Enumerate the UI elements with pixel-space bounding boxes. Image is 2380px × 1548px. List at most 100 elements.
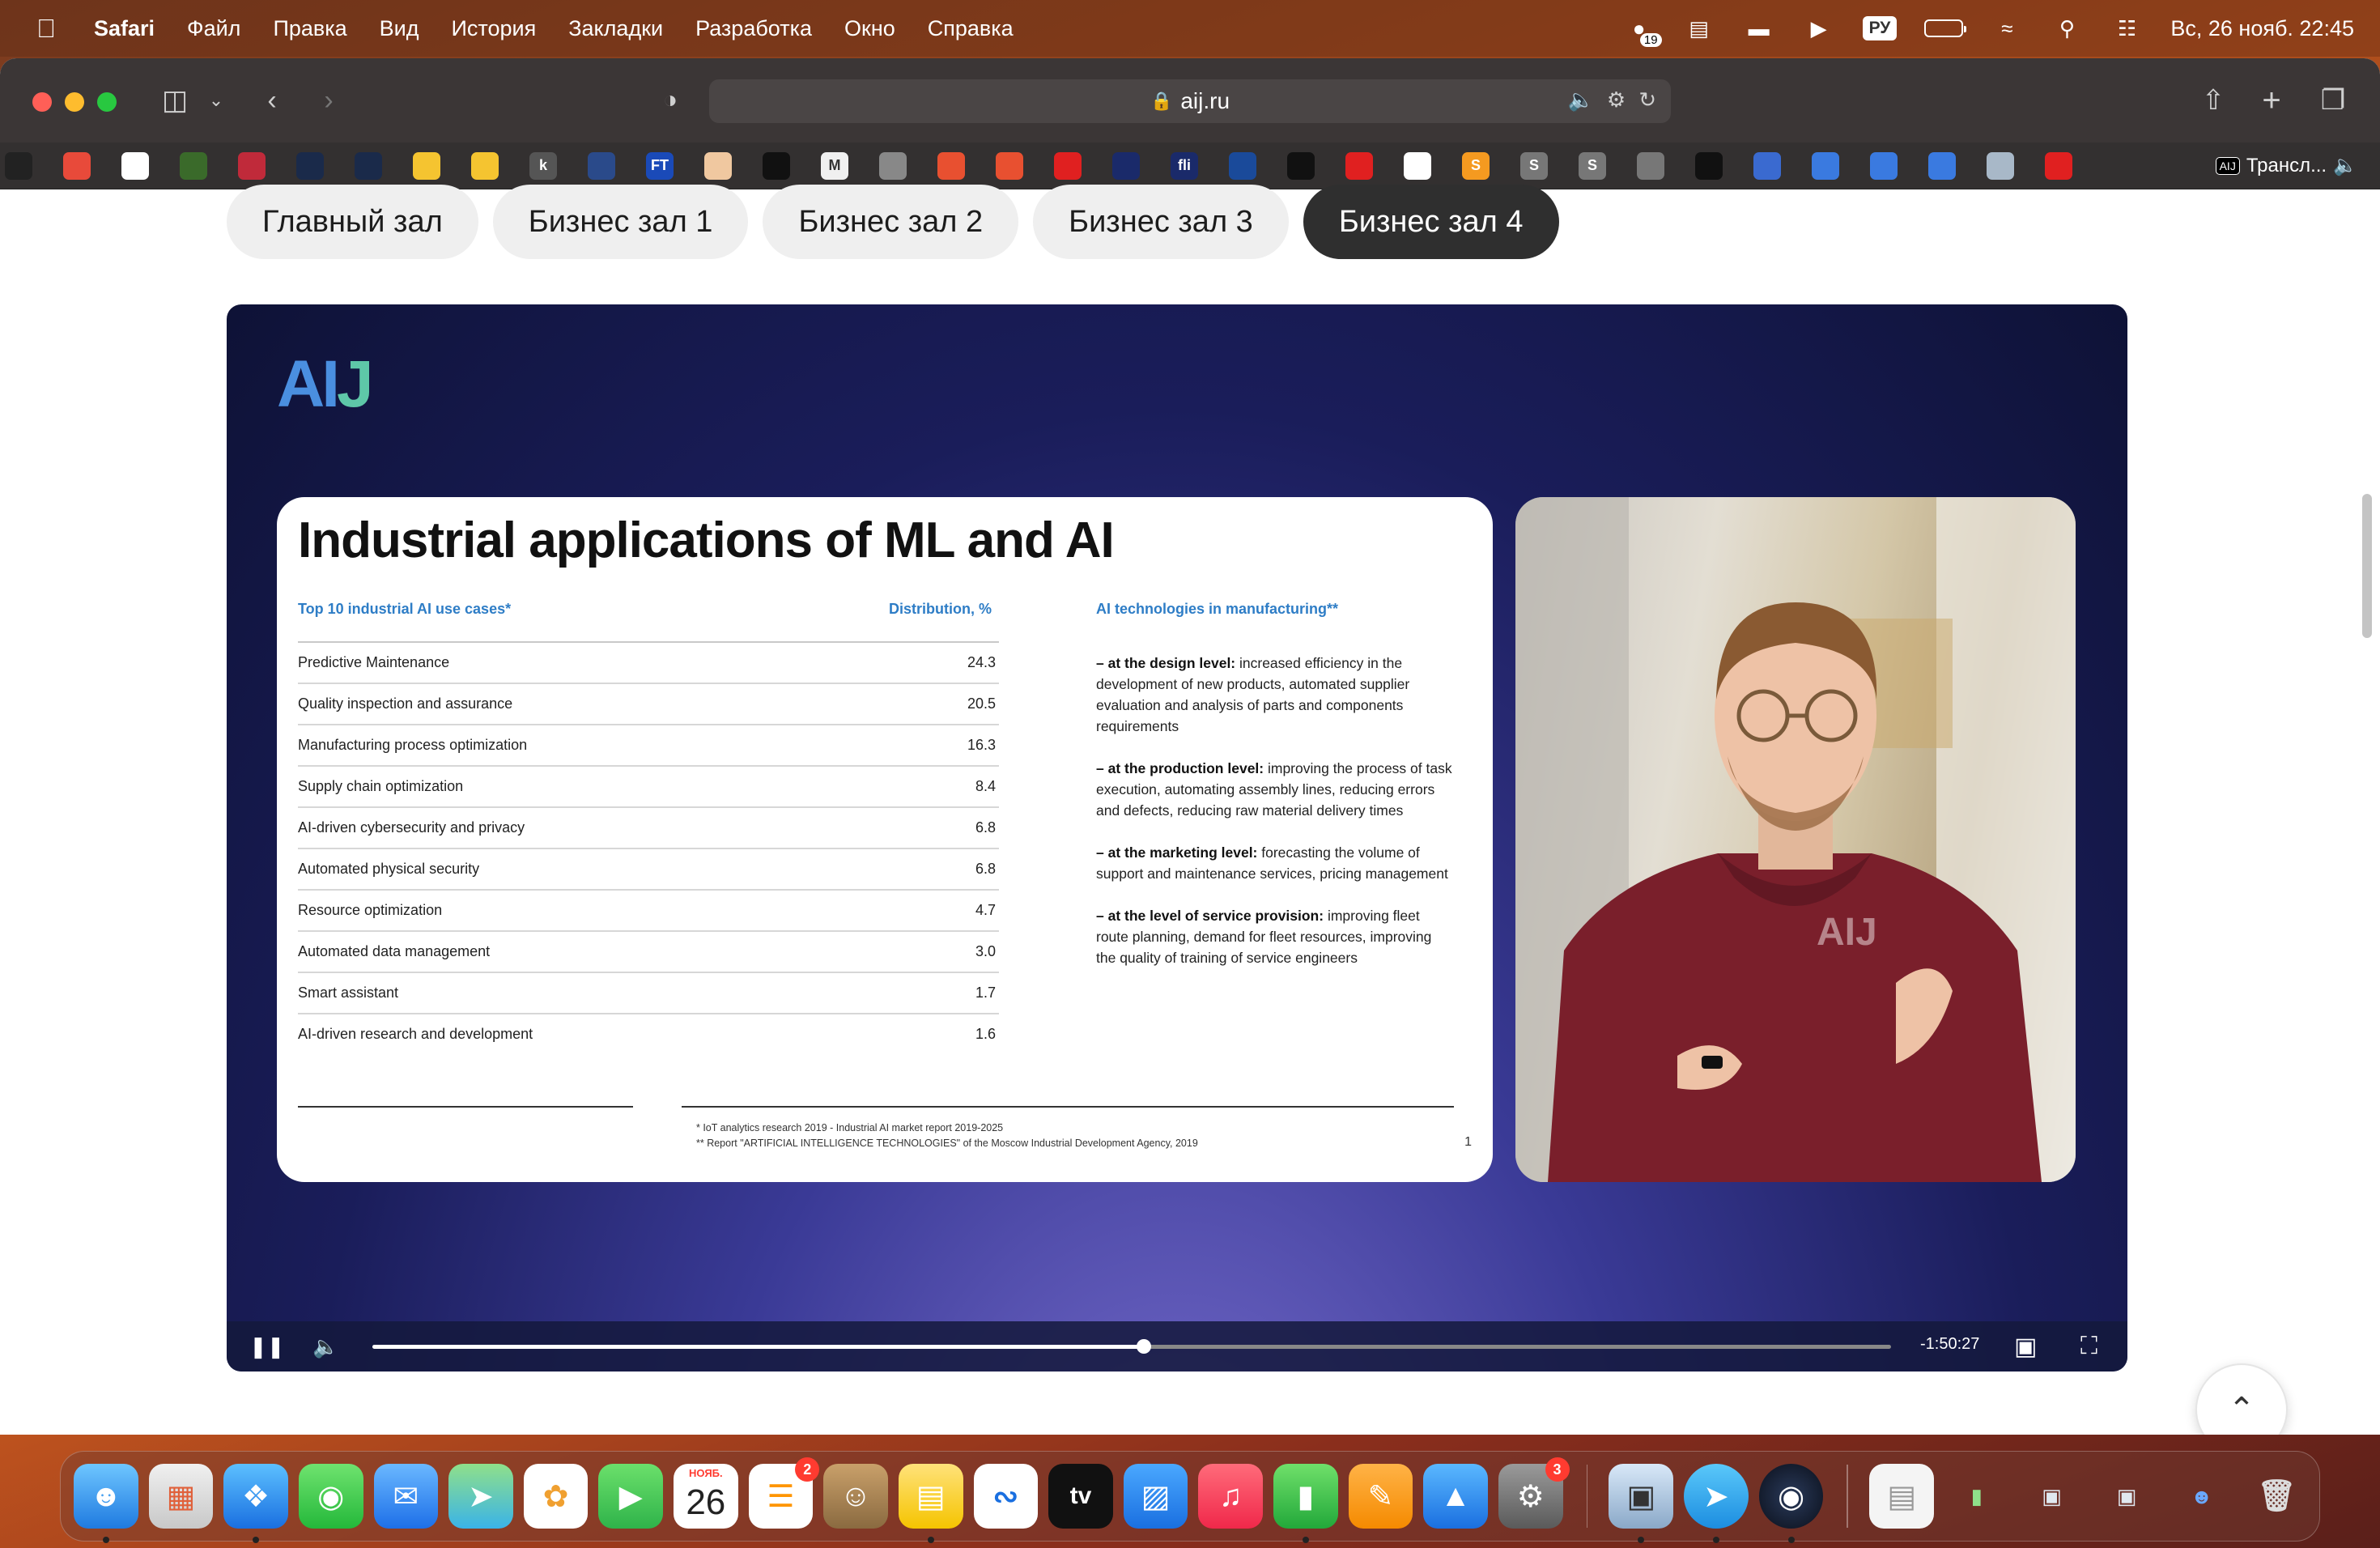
bookmark-favicon-icon[interactable] [1928,151,1956,180]
back-arrow-icon[interactable]: ‹ [257,83,287,118]
tab-business-hall-4[interactable]: Бизнес зал 4 [1303,185,1559,259]
menu-develop[interactable]: Разработка [695,16,812,41]
maps-icon[interactable]: ➤ [448,1464,513,1529]
bed-icon[interactable]: ▬ [1743,16,1775,40]
menu-app-safari[interactable]: Safari [94,16,155,41]
translate-extension[interactable]: AIJ Трансл... 🔈 [2215,154,2357,177]
minimize-window-button[interactable] [65,92,84,112]
system-settings-icon[interactable]: ⚙ 3 [1498,1457,1570,1529]
bookmark-favicon-icon[interactable] [2045,151,2072,180]
numbers-icon[interactable]: ▮ [1273,1464,1338,1543]
calendar-icon[interactable]: НОЯБ. 26 [674,1464,738,1529]
control-center-icon[interactable]: ☷ [2110,16,2143,40]
bookmark-favicon-icon[interactable] [1112,151,1140,180]
launchpad-icon[interactable]: ▦ [148,1464,214,1529]
pages-icon[interactable]: ✎ [1348,1464,1413,1529]
reload-icon[interactable]: ↻ [1638,87,1656,113]
bookmark-favicon-icon[interactable] [1695,151,1723,180]
trash-icon[interactable]: 🗑 [2244,1464,2309,1529]
menu-bookmarks[interactable]: Закладки [568,16,663,41]
apple-tv-icon[interactable]: tv [1048,1464,1113,1529]
bookmark-favicon-icon[interactable] [238,151,266,180]
bookmark-favicon-icon[interactable] [1229,151,1256,180]
tab-business-hall-3[interactable]: Бизнес зал 3 [1033,185,1289,259]
bookmark-favicon-icon[interactable]: M [821,151,848,180]
bookmark-favicon-icon[interactable] [355,151,382,180]
fullscreen-window-button[interactable] [97,92,117,112]
bookmark-favicon-icon[interactable] [471,151,499,180]
bookmark-favicon-icon[interactable] [1753,151,1781,180]
safari-icon[interactable]: ❖ [223,1464,288,1543]
progress-handle[interactable] [1137,1339,1151,1354]
menu-edit[interactable]: Правка [273,16,346,41]
bookmark-favicon-icon[interactable] [1054,151,1082,180]
numbers-document-icon[interactable]: ▮ [1944,1464,2009,1529]
keynote-icon[interactable]: ▨ [1123,1464,1188,1529]
bookmark-favicon-icon[interactable] [5,151,32,180]
screenshot-file-2-icon[interactable]: ▣ [2094,1464,2159,1529]
reminders-icon[interactable]: ☰ 2 [748,1457,820,1529]
document-stack-icon[interactable]: ▤ [1869,1464,1934,1529]
spotlight-search-icon[interactable]: ⚲ [2051,16,2083,40]
bookmark-favicon-icon[interactable] [180,151,207,180]
video-player[interactable]: AIJ Industrial applications of ML and AI… [227,304,2127,1372]
picture-in-picture-icon[interactable]: ▣ [2014,1321,2037,1372]
address-bar[interactable]: 🔒 aij.ru 🔈 ⚙ ↻ [709,79,1671,123]
music-icon[interactable]: ♫ [1198,1464,1263,1529]
bookmark-favicon-icon[interactable] [588,151,615,180]
bookmark-favicon-icon[interactable] [879,151,907,180]
new-tab-plus-icon[interactable]: + [2255,83,2288,118]
freeform-icon[interactable]: ∾ [973,1464,1039,1529]
bookmark-favicon-icon[interactable] [1287,151,1315,180]
bookmark-favicon-icon[interactable] [996,151,1023,180]
messages-icon[interactable]: ◉ [298,1464,363,1529]
finder-icon[interactable]: ☻ [74,1464,138,1543]
progress-bar[interactable] [372,1339,1891,1354]
battery-icon[interactable] [1924,19,1967,37]
bookmark-favicon-icon[interactable] [1404,151,1431,180]
finder-file-icon[interactable]: ☻ [2170,1464,2234,1529]
wifi-icon[interactable]: ≈ [1991,16,2023,40]
bookmark-favicon-icon[interactable] [1345,151,1373,180]
bookmark-favicon-icon[interactable]: fli [1171,151,1198,180]
pause-icon[interactable]: ❚❚ [249,1321,285,1372]
volume-icon[interactable]: 🔈 [312,1321,338,1372]
screenshot-file-icon[interactable]: ▣ [2020,1464,2085,1529]
notification-bubble-icon[interactable]: ● 19 [1623,16,1662,47]
menu-view[interactable]: Вид [380,16,419,41]
bookmark-favicon-icon[interactable] [704,151,732,180]
bookmark-favicon-icon[interactable]: S [1579,151,1606,180]
bookmark-favicon-icon[interactable]: k [529,151,557,180]
telegram-icon[interactable]: ➤ [1684,1464,1749,1543]
bookmark-favicon-icon[interactable] [1987,151,2014,180]
bookmark-favicon-icon[interactable] [121,151,149,180]
menu-history[interactable]: История [452,16,537,41]
bookmark-favicon-icon[interactable] [763,151,790,180]
share-icon[interactable]: ⇧ [2197,83,2229,118]
app-store-icon[interactable]: ▲ [1423,1464,1488,1529]
bookmark-favicon-icon[interactable]: FT [646,151,674,180]
tab-business-hall-1[interactable]: Бизнес зал 1 [492,185,749,259]
menu-file[interactable]: Файл [187,16,240,41]
tab-group-chevron-icon[interactable]: ⌄ [206,83,227,118]
apple-menu-icon[interactable]:  [34,14,58,44]
bookmark-favicon-icon[interactable] [937,151,965,180]
tab-main-hall[interactable]: Главный зал [227,185,478,259]
tab-business-hall-2[interactable]: Бизнес зал 2 [763,185,1019,259]
preview-icon[interactable]: ▣ [1609,1464,1674,1543]
bookmark-favicon-icon[interactable] [413,151,440,180]
bookmark-favicon-icon[interactable] [1870,151,1898,180]
audio-playing-icon[interactable]: 🔈 [1568,87,1594,113]
facetime-icon[interactable]: ▶ [598,1464,663,1529]
url-text[interactable]: aij.ru [1180,88,1230,114]
window-manager-icon[interactable]: ▤ [1683,16,1715,40]
sidebar-toggle-icon[interactable]: ◫ [157,83,193,118]
page-scrollbar[interactable] [2362,494,2372,638]
bookmark-favicon-icon[interactable]: S [1520,151,1548,180]
forward-arrow-icon[interactable]: › [314,83,343,118]
close-window-button[interactable] [32,92,52,112]
scroll-to-top-button[interactable]: ⌃ [2195,1363,2288,1435]
notes-icon[interactable]: ▤ [898,1464,963,1543]
fullscreen-icon[interactable]: ⛶ [2080,1321,2097,1372]
bookmark-favicon-icon[interactable] [63,151,91,180]
